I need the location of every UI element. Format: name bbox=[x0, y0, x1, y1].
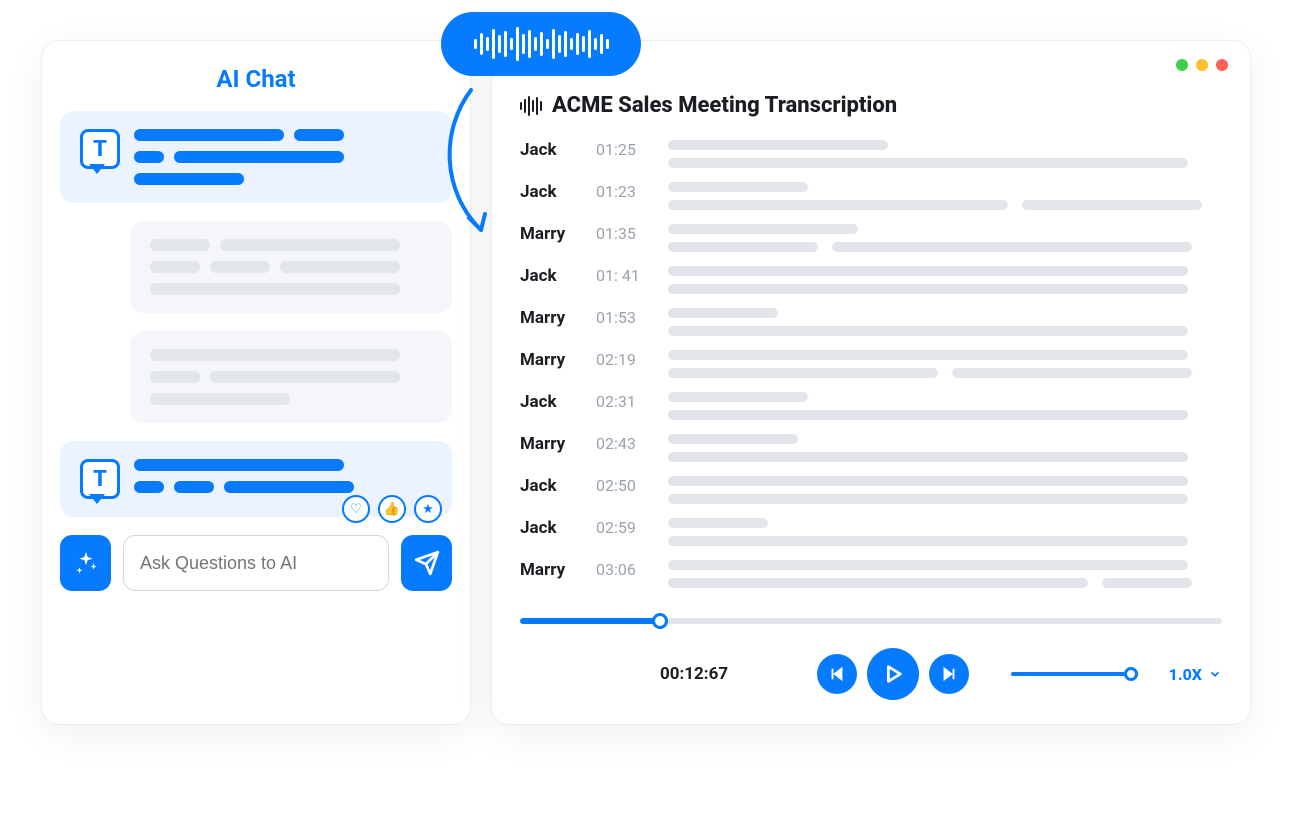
soundwave-pill bbox=[441, 12, 641, 76]
speaker-name: Marry bbox=[520, 434, 576, 454]
transcript-row[interactable]: Marry 01:53 bbox=[520, 308, 1222, 336]
ai-avatar-icon: T bbox=[80, 459, 120, 499]
transcript-text bbox=[668, 476, 1222, 504]
chat-title: AI Chat bbox=[60, 65, 452, 93]
traffic-red[interactable] bbox=[1216, 59, 1228, 71]
timestamp: 01: 41 bbox=[596, 266, 648, 285]
speaker-name: Jack bbox=[520, 518, 576, 538]
transcript-text bbox=[668, 266, 1222, 294]
speaker-name: Jack bbox=[520, 392, 576, 412]
timestamp: 03:06 bbox=[596, 560, 648, 579]
volume-slider[interactable] bbox=[1011, 672, 1131, 676]
thumbs-up-icon[interactable]: 👍 bbox=[378, 495, 406, 523]
transcript-text bbox=[668, 350, 1222, 378]
timestamp: 02:19 bbox=[596, 350, 648, 369]
transcript-row[interactable]: Marry 01:35 bbox=[520, 224, 1222, 252]
elapsed-time: 00:12:67 bbox=[660, 664, 728, 684]
transcription-title: ACME Sales Meeting Transcription bbox=[552, 93, 897, 118]
traffic-green[interactable] bbox=[1176, 59, 1188, 71]
transcript-row[interactable]: Jack 02:31 bbox=[520, 392, 1222, 420]
transcript-text bbox=[668, 182, 1222, 210]
timestamp: 01:53 bbox=[596, 308, 648, 327]
speaker-name: Marry bbox=[520, 308, 576, 328]
waveform-icon bbox=[520, 96, 542, 116]
transcript-row[interactable]: Marry 02:19 bbox=[520, 350, 1222, 378]
transcript-row[interactable]: Jack 02:59 bbox=[520, 518, 1222, 546]
progress-bar[interactable] bbox=[520, 618, 1222, 624]
star-icon[interactable]: ★ bbox=[414, 495, 442, 523]
playback-speed[interactable]: 1.0X bbox=[1169, 665, 1222, 684]
speaker-name: Jack bbox=[520, 182, 576, 202]
send-button[interactable] bbox=[401, 535, 452, 591]
transcript-row[interactable]: Jack 02:50 bbox=[520, 476, 1222, 504]
ai-avatar-icon: T bbox=[80, 129, 120, 169]
transcript-rows: Jack 01:25 Jack 01:23 Marry 01:35 Jack 01: 41 Ma… bbox=[520, 140, 1222, 588]
transcript-row[interactable]: Jack 01:25 bbox=[520, 140, 1222, 168]
ai-message: T bbox=[60, 111, 452, 203]
speaker-name: Jack bbox=[520, 476, 576, 496]
timestamp: 02:50 bbox=[596, 476, 648, 495]
ai-message: T ♡ 👍 ★ bbox=[60, 441, 452, 517]
timestamp: 02:43 bbox=[596, 434, 648, 453]
speaker-name: Jack bbox=[520, 140, 576, 160]
chevron-down-icon bbox=[1208, 667, 1222, 681]
timestamp: 01:35 bbox=[596, 224, 648, 243]
transcript-text bbox=[668, 518, 1222, 546]
audio-player: 00:12:67 1.0X bbox=[520, 618, 1222, 700]
arrow-icon bbox=[431, 80, 511, 240]
transcript-text bbox=[668, 140, 1222, 168]
heart-icon[interactable]: ♡ bbox=[342, 495, 370, 523]
ai-sparkle-button[interactable] bbox=[60, 535, 111, 591]
timestamp: 01:25 bbox=[596, 140, 648, 159]
play-button[interactable] bbox=[867, 648, 919, 700]
timestamp: 02:31 bbox=[596, 392, 648, 411]
timestamp: 01:23 bbox=[596, 182, 648, 201]
user-message bbox=[130, 331, 452, 423]
timestamp: 02:59 bbox=[596, 518, 648, 537]
transcript-row[interactable]: Marry 02:43 bbox=[520, 434, 1222, 462]
transcript-row[interactable]: Jack 01:23 bbox=[520, 182, 1222, 210]
transcript-row[interactable]: Jack 01: 41 bbox=[520, 266, 1222, 294]
transcript-row[interactable]: Marry 03:06 bbox=[520, 560, 1222, 588]
transcript-text bbox=[668, 224, 1222, 252]
traffic-yellow[interactable] bbox=[1196, 59, 1208, 71]
transcript-text bbox=[668, 560, 1222, 588]
speed-label: 1.0X bbox=[1169, 665, 1202, 684]
transcript-text bbox=[668, 434, 1222, 462]
transcript-text bbox=[668, 308, 1222, 336]
user-message bbox=[130, 221, 452, 313]
speaker-name: Marry bbox=[520, 560, 576, 580]
speaker-name: Jack bbox=[520, 266, 576, 286]
speaker-name: Marry bbox=[520, 350, 576, 370]
ai-chat-panel: AI Chat T T bbox=[41, 40, 471, 725]
skip-back-button[interactable] bbox=[817, 654, 857, 694]
progress-fill bbox=[520, 618, 660, 624]
skip-forward-button[interactable] bbox=[929, 654, 969, 694]
progress-knob[interactable] bbox=[652, 613, 668, 629]
chat-input[interactable] bbox=[123, 535, 389, 591]
transcription-panel: ACME Sales Meeting Transcription Jack 01:… bbox=[491, 40, 1251, 725]
transcript-text bbox=[668, 392, 1222, 420]
speaker-name: Marry bbox=[520, 224, 576, 244]
window-controls bbox=[1176, 59, 1228, 71]
